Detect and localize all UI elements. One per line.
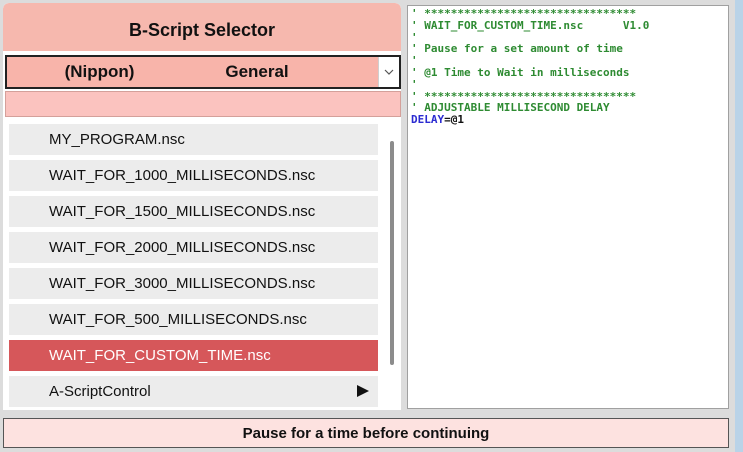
code-line: ' @1 Time to Wait in milliseconds [411,67,728,79]
list-item-label: WAIT_FOR_2000_MILLISECONDS.nsc [49,239,316,256]
triangle-right-icon [356,384,370,402]
category-dropdown[interactable]: (Nippon) General [5,55,401,89]
list-item-label: A-ScriptControl [49,383,151,400]
list-item-label: WAIT_FOR_1500_MILLISECONDS.nsc [49,203,316,220]
list-item-wait-2000[interactable]: WAIT_FOR_2000_MILLISECONDS.nsc [9,232,378,263]
code-token-comment: ' WAIT_FOR_CUSTOM_TIME.nsc V1.0 [411,18,650,32]
list-item-label: WAIT_FOR_CUSTOM_TIME.nsc [49,347,271,364]
list-item-a-script-control[interactable]: A-ScriptControl [9,376,378,407]
list-item-label: WAIT_FOR_500_MILLISECONDS.nsc [49,311,307,328]
script-selector-panel: B-Script Selector (Nippon) General MY_PR… [3,3,401,410]
list-item-label: WAIT_FOR_1000_MILLISECONDS.nsc [49,167,316,184]
list-item-wait-custom-time[interactable]: WAIT_FOR_CUSTOM_TIME.nsc [9,340,378,371]
code-line: ' WAIT_FOR_CUSTOM_TIME.nsc V1.0 [411,18,728,32]
code-token-op: =@1 [444,113,464,127]
selector-title-bar: B-Script Selector [3,3,401,51]
code-token-key: DELAY [411,113,445,127]
dropdown-category: General [225,62,289,81]
list-item-wait-1500[interactable]: WAIT_FOR_1500_MILLISECONDS.nsc [9,196,378,227]
chevron-down-icon[interactable] [378,57,399,87]
list-item-my-program[interactable]: MY_PROGRAM.nsc [9,124,378,155]
code-line: ' Pause for a set amount of time [411,43,728,55]
code-token-comment: ' Pause for a set amount of time [411,42,623,56]
list-item-label: MY_PROGRAM.nsc [49,131,185,148]
list-scrollbar-thumb[interactable] [390,141,394,365]
filter-input[interactable] [5,91,401,117]
app-window: B-Script Selector (Nippon) General MY_PR… [0,0,743,452]
list-item-wait-500[interactable]: WAIT_FOR_500_MILLISECONDS.nsc [9,304,378,335]
selector-title: B-Script Selector [128,19,276,40]
list-item-wait-1000[interactable]: WAIT_FOR_1000_MILLISECONDS.nsc [9,160,378,191]
script-code-viewer[interactable]: ' ******************************** ' WAIT… [407,5,729,409]
code-line: DELAY=@1 [411,114,728,126]
status-bar: Pause for a time before continuing [3,418,729,448]
list-item-wait-3000[interactable]: WAIT_FOR_3000_MILLISECONDS.nsc [9,268,378,299]
script-list[interactable]: MY_PROGRAM.nsc WAIT_FOR_1000_MILLISECOND… [3,121,401,410]
code-token-comment: ' @1 Time to Wait in milliseconds [411,65,630,79]
status-text: Pause for a time before continuing [242,424,490,442]
dropdown-value: (Nippon) General [7,57,378,87]
list-item-label: WAIT_FOR_3000_MILLISECONDS.nsc [49,275,316,292]
dropdown-region: (Nippon) [64,62,135,81]
